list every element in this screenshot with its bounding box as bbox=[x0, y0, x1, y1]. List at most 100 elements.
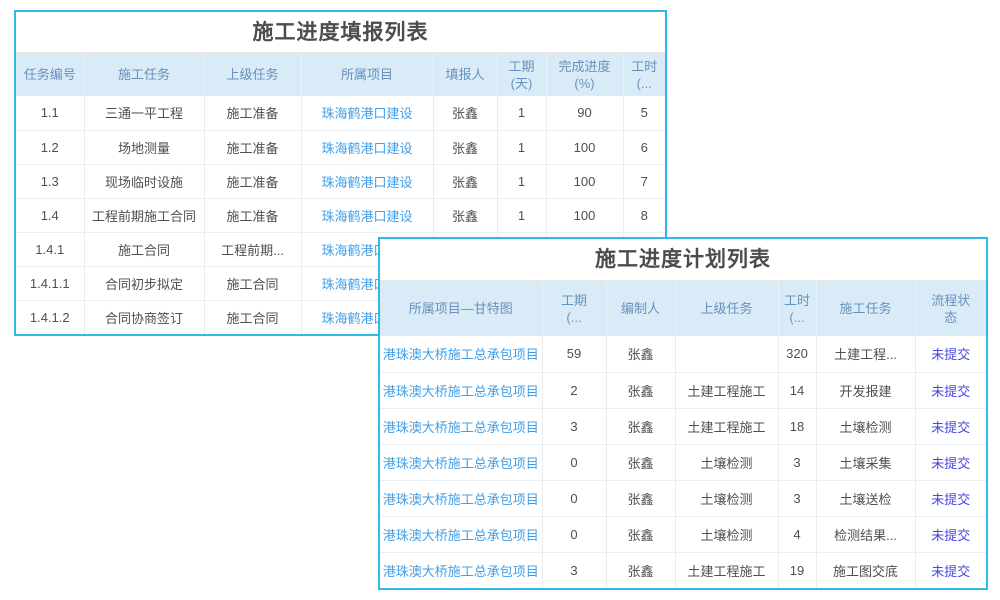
workflow-status-link-cell: 未提交 bbox=[915, 408, 986, 444]
construction-task-cell: 三通一平工程 bbox=[84, 96, 204, 130]
workflow-status-link[interactable]: 未提交 bbox=[931, 492, 970, 507]
project-gantt-link[interactable]: 港珠澳大桥施工总承包项目 bbox=[383, 384, 539, 399]
column-header: 上级任务 bbox=[675, 281, 778, 336]
table-row: 港珠澳大桥施工总承包项目3张鑫土建工程施工18土壤检测未提交 bbox=[380, 408, 986, 444]
work-hours-cell: 14 bbox=[778, 372, 816, 408]
work-hours-cell: 320 bbox=[778, 336, 816, 372]
construction-task-cell: 检测结果... bbox=[816, 516, 915, 552]
task-number-cell: 1.4.1.1 bbox=[16, 266, 84, 300]
work-hours-cell: 4 bbox=[778, 516, 816, 552]
project-gantt-link-cell: 港珠澳大桥施工总承包项目 bbox=[380, 336, 542, 372]
workflow-status-link[interactable]: 未提交 bbox=[931, 384, 970, 399]
workflow-status-link-cell: 未提交 bbox=[915, 552, 986, 588]
plan-table-title: 施工进度计划列表 bbox=[380, 239, 986, 281]
work-hours-cell: 3 bbox=[778, 444, 816, 480]
table-row: 港珠澳大桥施工总承包项目0张鑫土壤检测3土壤采集未提交 bbox=[380, 444, 986, 480]
task-number-cell: 1.4.1 bbox=[16, 232, 84, 266]
table-row: 港珠澳大桥施工总承包项目2张鑫土建工程施工14开发报建未提交 bbox=[380, 372, 986, 408]
report-table-header-row: 任务编号施工任务上级任务所属项目填报人工期 (天)完成进度 (%)工时 (... bbox=[16, 53, 665, 96]
duration-days-cell: 1 bbox=[497, 164, 546, 198]
duration-days-cell: 0 bbox=[542, 444, 606, 480]
workflow-status-link[interactable]: 未提交 bbox=[931, 347, 970, 362]
plan-table-card: 施工进度计划列表 所属项目—甘特图工期 (...编制人上级任务工时 (...施工… bbox=[378, 237, 988, 590]
workflow-status-link-cell: 未提交 bbox=[915, 336, 986, 372]
task-number-cell: 1.3 bbox=[16, 164, 84, 198]
workflow-status-link[interactable]: 未提交 bbox=[931, 528, 970, 543]
page: 施工进度填报列表 任务编号施工任务上级任务所属项目填报人工期 (天)完成进度 (… bbox=[0, 0, 1000, 600]
work-hours-cell: 3 bbox=[778, 480, 816, 516]
work-hours-cell: 8 bbox=[623, 198, 665, 232]
project-link[interactable]: 珠海鹤港口建设 bbox=[321, 175, 412, 190]
column-header: 工时 (... bbox=[778, 281, 816, 336]
project-link[interactable]: 珠海鹤港口建设 bbox=[321, 209, 412, 224]
construction-task-cell: 施工合同 bbox=[84, 232, 204, 266]
table-row: 1.3现场临时设施施工准备珠海鹤港口建设张鑫11007 bbox=[16, 164, 665, 198]
project-link-cell: 珠海鹤港口建设 bbox=[301, 164, 433, 198]
report-table-title: 施工进度填报列表 bbox=[16, 12, 665, 53]
duration-days-cell: 1 bbox=[497, 130, 546, 164]
plan-table-header-row: 所属项目—甘特图工期 (...编制人上级任务工时 (...施工任务流程状 态 bbox=[380, 281, 986, 336]
duration-days-cell: 1 bbox=[497, 198, 546, 232]
plan-table: 所属项目—甘特图工期 (...编制人上级任务工时 (...施工任务流程状 态 港… bbox=[380, 281, 986, 588]
work-hours-cell: 19 bbox=[778, 552, 816, 588]
table-row: 1.1三通一平工程施工准备珠海鹤港口建设张鑫1905 bbox=[16, 96, 665, 130]
column-header: 工期 (... bbox=[542, 281, 606, 336]
construction-task-cell: 开发报建 bbox=[816, 372, 915, 408]
workflow-status-link-cell: 未提交 bbox=[915, 516, 986, 552]
parent-task-cell: 土建工程施工 bbox=[675, 552, 778, 588]
column-header: 所属项目—甘特图 bbox=[380, 281, 542, 336]
task-number-cell: 1.4.1.2 bbox=[16, 300, 84, 334]
parent-task-cell: 土壤检测 bbox=[675, 516, 778, 552]
project-gantt-link-cell: 港珠澳大桥施工总承包项目 bbox=[380, 408, 542, 444]
table-row: 港珠澳大桥施工总承包项目0张鑫土壤检测4检测结果... 未提交 bbox=[380, 516, 986, 552]
workflow-status-link-cell: 未提交 bbox=[915, 372, 986, 408]
construction-task-cell: 工程前期施工合同 bbox=[84, 198, 204, 232]
parent-task-cell: 施工准备 bbox=[204, 198, 301, 232]
workflow-status-link-cell: 未提交 bbox=[915, 444, 986, 480]
workflow-status-link[interactable]: 未提交 bbox=[931, 456, 970, 471]
work-hours-cell: 6 bbox=[623, 130, 665, 164]
workflow-status-link[interactable]: 未提交 bbox=[931, 564, 970, 579]
construction-task-cell: 土壤采集 bbox=[816, 444, 915, 480]
construction-task-cell: 土壤送检 bbox=[816, 480, 915, 516]
workflow-status-link[interactable]: 未提交 bbox=[931, 420, 970, 435]
table-row: 港珠澳大桥施工总承包项目3张鑫土建工程施工19施工图交底未提交 bbox=[380, 552, 986, 588]
construction-task-cell: 场地测量 bbox=[84, 130, 204, 164]
duration-days-cell: 0 bbox=[542, 480, 606, 516]
column-header: 上级任务 bbox=[204, 53, 301, 96]
project-link[interactable]: 珠海鹤港口建设 bbox=[321, 106, 412, 121]
construction-task-cell: 土壤检测 bbox=[816, 408, 915, 444]
parent-task-cell: 施工准备 bbox=[204, 164, 301, 198]
table-row: 1.2场地测量施工准备珠海鹤港口建设张鑫11006 bbox=[16, 130, 665, 164]
progress-percent-cell: 100 bbox=[546, 198, 623, 232]
construction-task-cell: 合同协商签订 bbox=[84, 300, 204, 334]
parent-task-cell: 土壤检测 bbox=[675, 480, 778, 516]
compiler-cell: 张鑫 bbox=[606, 480, 675, 516]
progress-percent-cell: 90 bbox=[546, 96, 623, 130]
duration-days-cell: 3 bbox=[542, 552, 606, 588]
construction-task-cell: 施工图交底 bbox=[816, 552, 915, 588]
project-gantt-link-cell: 港珠澳大桥施工总承包项目 bbox=[380, 372, 542, 408]
project-link-cell: 珠海鹤港口建设 bbox=[301, 198, 433, 232]
compiler-cell: 张鑫 bbox=[606, 336, 675, 372]
project-gantt-link-cell: 港珠澳大桥施工总承包项目 bbox=[380, 480, 542, 516]
parent-task-cell: 施工准备 bbox=[204, 96, 301, 130]
project-gantt-link-cell: 港珠澳大桥施工总承包项目 bbox=[380, 552, 542, 588]
project-link[interactable]: 珠海鹤港口建设 bbox=[321, 141, 412, 156]
parent-task-cell: 施工合同 bbox=[204, 266, 301, 300]
compiler-cell: 张鑫 bbox=[606, 408, 675, 444]
column-header: 任务编号 bbox=[16, 53, 84, 96]
project-gantt-link[interactable]: 港珠澳大桥施工总承包项目 bbox=[383, 492, 539, 507]
progress-percent-cell: 100 bbox=[546, 130, 623, 164]
reporter-cell: 张鑫 bbox=[433, 96, 497, 130]
project-gantt-link[interactable]: 港珠澳大桥施工总承包项目 bbox=[383, 420, 539, 435]
project-gantt-link[interactable]: 港珠澳大桥施工总承包项目 bbox=[383, 564, 539, 579]
project-gantt-link[interactable]: 港珠澳大桥施工总承包项目 bbox=[383, 456, 539, 471]
compiler-cell: 张鑫 bbox=[606, 444, 675, 480]
duration-days-cell: 0 bbox=[542, 516, 606, 552]
column-header: 流程状 态 bbox=[915, 281, 986, 336]
compiler-cell: 张鑫 bbox=[606, 516, 675, 552]
project-gantt-link[interactable]: 港珠澳大桥施工总承包项目 bbox=[383, 528, 539, 543]
column-header: 所属项目 bbox=[301, 53, 433, 96]
project-gantt-link[interactable]: 港珠澳大桥施工总承包项目 bbox=[383, 347, 539, 362]
